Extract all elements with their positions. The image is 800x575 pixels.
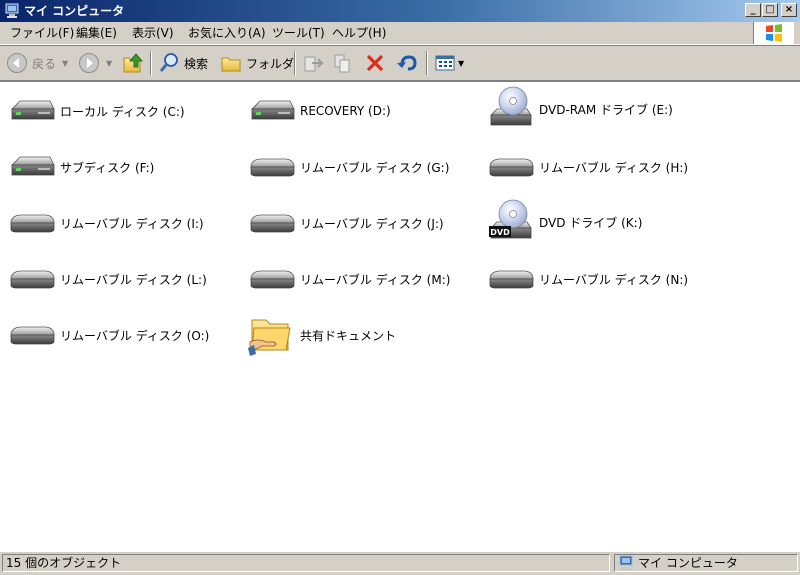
drive-label: サブディスク (F:): [60, 160, 155, 175]
menu-file[interactable]: ファイル(F): [10, 25, 74, 41]
search-icon: [159, 53, 178, 72]
search-label: 検索: [184, 56, 209, 71]
toolbar-separator: [294, 51, 296, 75]
back-label: 戻る: [32, 56, 57, 71]
toolbar: 戻る ▼ ▼ 検索 フォルダ ▼: [0, 46, 800, 81]
file-view[interactable]: ローカル ディスク (C:) RECOVERY (D:) DVD-RAM ドライ…: [0, 81, 800, 551]
drive-item[interactable]: リムーバブル ディスク (J:): [248, 203, 444, 243]
drive-item[interactable]: DVD DVD ドライブ (K:): [487, 198, 642, 246]
folder-icon: [221, 57, 241, 72]
drive-label: リムーバブル ディスク (O:): [60, 328, 210, 343]
menu-help[interactable]: ヘルプ(H): [332, 25, 386, 41]
search-button[interactable]: 検索: [158, 50, 208, 76]
drive-label: リムーバブル ディスク (H:): [539, 160, 689, 175]
drive-item[interactable]: ローカル ディスク (C:): [8, 91, 185, 131]
views-button[interactable]: ▼: [434, 50, 464, 76]
drive-item[interactable]: リムーバブル ディスク (O:): [8, 315, 209, 355]
drive-label: リムーバブル ディスク (M:): [300, 272, 451, 287]
menu-tools[interactable]: ツール(T): [272, 25, 325, 41]
toolbar-separator: [150, 51, 152, 75]
drive-label: リムーバブル ディスク (I:): [60, 216, 204, 231]
menu-edit[interactable]: 編集(E): [76, 25, 117, 41]
forward-button[interactable]: ▼: [78, 50, 112, 76]
back-button[interactable]: 戻る ▼: [6, 50, 68, 76]
status-bar: 15 個のオブジェクト マイ コンピュータ: [0, 551, 800, 575]
my-computer-icon[interactable]: [4, 3, 20, 19]
menu-view[interactable]: 表示(V): [132, 25, 174, 41]
drive-label: リムーバブル ディスク (J:): [300, 216, 444, 231]
removable-disk-icon: [248, 203, 296, 243]
minimize-icon: _: [750, 4, 756, 15]
close-button[interactable]: ×: [781, 3, 797, 17]
move-to-icon: [304, 56, 324, 72]
drive-item[interactable]: リムーバブル ディスク (H:): [487, 147, 688, 187]
minimize-button[interactable]: _: [745, 3, 761, 17]
status-object-count: 15 個のオブジェクト: [2, 554, 610, 572]
status-location: マイ コンピュータ: [614, 554, 798, 572]
up-folder-button[interactable]: [122, 50, 144, 76]
window-title: マイ コンピュータ: [24, 4, 125, 18]
folder-item[interactable]: 共有ドキュメント: [248, 312, 396, 358]
dvd-drive-icon: DVD: [489, 198, 535, 246]
undo-button[interactable]: [396, 50, 418, 76]
title-bar[interactable]: マイ コンピュータ _ □ ×: [0, 0, 800, 22]
delete-button[interactable]: [364, 50, 386, 76]
removable-disk-icon: [8, 203, 56, 243]
forward-dropdown-icon[interactable]: ▼: [106, 59, 112, 68]
folders-label: フォルダ: [246, 56, 295, 71]
removable-disk-icon: [248, 147, 296, 187]
drive-label: DVD-RAM ドライブ (E:): [539, 102, 673, 117]
toolbar-separator: [426, 51, 428, 75]
drive-item[interactable]: RECOVERY (D:): [248, 91, 391, 131]
windows-flag-icon: [766, 24, 782, 42]
drive-label: DVD ドライブ (K:): [539, 215, 643, 230]
copy-to-button[interactable]: [332, 50, 354, 76]
maximize-icon: □: [765, 4, 775, 15]
removable-disk-icon: [8, 315, 56, 355]
up-folder-icon: [123, 53, 143, 73]
drive-item[interactable]: リムーバブル ディスク (M:): [248, 259, 450, 299]
close-icon: ×: [784, 4, 794, 15]
undo-icon: [397, 55, 417, 71]
back-arrow-icon: [7, 53, 27, 73]
dvd-badge: DVD: [490, 228, 510, 237]
drive-label: リムーバブル ディスク (N:): [539, 272, 689, 287]
copy-to-icon: [334, 54, 350, 73]
drive-label: RECOVERY (D:): [300, 104, 391, 118]
drive-item[interactable]: リムーバブル ディスク (G:): [248, 147, 449, 187]
views-dropdown-icon: ▼: [458, 58, 465, 68]
hard-drive-icon: [8, 147, 56, 187]
maximize-button[interactable]: □: [762, 3, 778, 17]
drive-item[interactable]: リムーバブル ディスク (L:): [8, 259, 207, 299]
drive-item[interactable]: DVD-RAM ドライブ (E:): [487, 85, 673, 133]
drive-label: ローカル ディスク (C:): [60, 104, 185, 119]
drive-item[interactable]: サブディスク (F:): [8, 147, 154, 187]
hard-drive-icon: [248, 91, 296, 131]
move-to-button[interactable]: [302, 50, 324, 76]
windows-logo: [753, 22, 794, 44]
my-computer-icon: [619, 555, 633, 570]
shared-folder-icon: [248, 319, 291, 356]
removable-disk-icon: [487, 147, 535, 187]
folder-label: 共有ドキュメント: [300, 328, 397, 343]
removable-disk-icon: [248, 259, 296, 299]
menu-favorites[interactable]: お気に入り(A): [188, 25, 266, 41]
status-location-label: マイ コンピュータ: [638, 556, 738, 570]
dvd-ram-drive-icon: [487, 85, 535, 133]
forward-arrow-icon: [79, 53, 99, 73]
removable-disk-icon: [8, 259, 56, 299]
back-dropdown-icon[interactable]: ▼: [62, 59, 68, 68]
menu-bar: ファイル(F) 編集(E) 表示(V) お気に入り(A) ツール(T) ヘルプ(…: [0, 22, 800, 45]
drive-item[interactable]: リムーバブル ディスク (I:): [8, 203, 204, 243]
views-icon: [435, 55, 455, 71]
delete-x-icon: [366, 54, 384, 72]
drive-label: リムーバブル ディスク (L:): [60, 272, 207, 287]
hard-drive-icon: [8, 91, 56, 131]
drive-label: リムーバブル ディスク (G:): [300, 160, 450, 175]
folders-button[interactable]: フォルダ: [220, 50, 294, 76]
removable-disk-icon: [487, 259, 535, 299]
drive-item[interactable]: リムーバブル ディスク (N:): [487, 259, 688, 299]
